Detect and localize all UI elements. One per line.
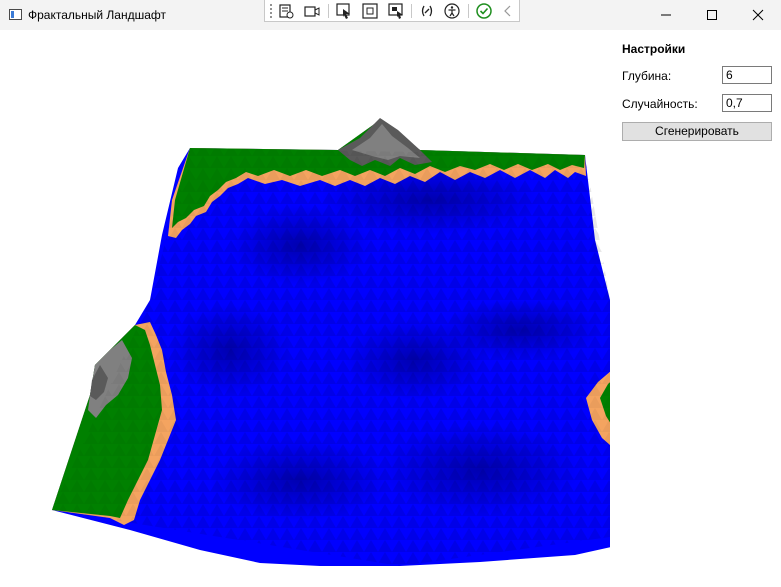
debug-toolbar bbox=[264, 0, 520, 22]
select-element-icon[interactable] bbox=[335, 2, 353, 20]
binding-failures-icon[interactable] bbox=[418, 2, 436, 20]
randomness-label: Случайность: bbox=[622, 97, 698, 111]
track-focused-element-icon[interactable] bbox=[387, 2, 405, 20]
close-icon bbox=[752, 9, 764, 21]
toolbar-grip-icon[interactable] bbox=[269, 3, 273, 18]
app-window-icon bbox=[9, 9, 22, 20]
terrain-mesh-overlay bbox=[52, 148, 610, 566]
toolbar-separator bbox=[411, 4, 412, 18]
randomness-field[interactable] bbox=[722, 94, 772, 112]
close-button[interactable] bbox=[735, 0, 781, 30]
record-icon[interactable] bbox=[303, 2, 321, 20]
maximize-button[interactable] bbox=[689, 0, 735, 30]
depth-label: Глубина: bbox=[622, 69, 672, 83]
display-layout-adorners-icon[interactable] bbox=[361, 2, 379, 20]
toolbar-separator bbox=[468, 4, 469, 18]
generate-button[interactable]: Сгенерировать bbox=[622, 122, 772, 141]
hot-reload-check-icon[interactable] bbox=[475, 2, 493, 20]
settings-header: Настройки bbox=[622, 42, 686, 56]
minimize-button[interactable] bbox=[643, 0, 689, 30]
minimize-icon bbox=[661, 14, 671, 16]
collapse-chevron-icon[interactable] bbox=[499, 2, 517, 20]
depth-field[interactable] bbox=[722, 66, 772, 84]
window-title: Фрактальный Ландшафт bbox=[28, 8, 167, 22]
terrain-viewport[interactable] bbox=[0, 30, 610, 587]
live-visual-tree-icon[interactable] bbox=[277, 2, 295, 20]
accessibility-icon[interactable] bbox=[443, 2, 461, 20]
maximize-icon bbox=[707, 10, 717, 20]
title-bar: Фрактальный Ландшафт bbox=[0, 0, 781, 30]
toolbar-separator bbox=[328, 4, 329, 18]
